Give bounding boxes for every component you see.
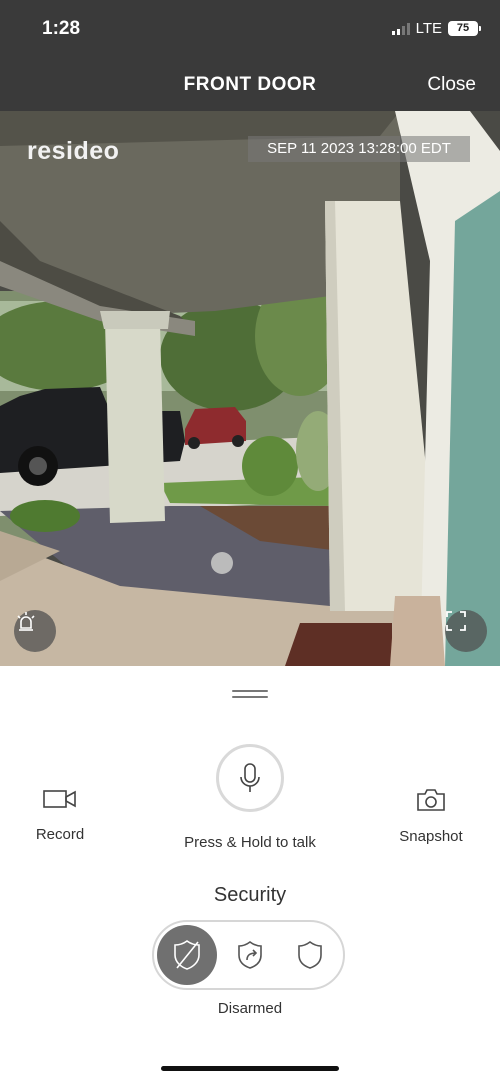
talk-circle (216, 744, 284, 812)
camera-feed-image (0, 111, 500, 666)
battery-icon: 75 (448, 21, 481, 36)
security-mode-selector (152, 920, 345, 990)
signal-icon (391, 22, 410, 35)
siren-icon (17, 612, 35, 631)
record-button[interactable]: Record (20, 788, 100, 843)
microphone-icon (240, 763, 260, 792)
close-button[interactable]: Close (427, 74, 476, 96)
camera-feed[interactable]: resideo SEP 11 2023 13:28:00 EDT (0, 111, 500, 666)
record-label: Record (35, 826, 85, 843)
network-label: LTE (415, 20, 442, 37)
armed-mode-button[interactable] (280, 925, 340, 985)
push-to-talk-button[interactable]: Press & Hold to talk (162, 744, 338, 851)
status-time: 1:28 (42, 18, 81, 39)
shield-off-icon (174, 940, 200, 970)
controls-sheet: Record Press & Hold to talk Snapshot Sec… (0, 666, 500, 1082)
disarm-mode-button[interactable] (157, 925, 217, 985)
snapshot-label: Snapshot (399, 828, 463, 845)
snapshot-button[interactable]: Snapshot (390, 788, 472, 845)
security-heading: Security (213, 884, 287, 906)
status-indicators: LTE 75 (391, 20, 481, 37)
sheet-handle[interactable] (232, 690, 268, 700)
fullscreen-icon (446, 611, 466, 631)
feed-timestamp: SEP 11 2023 13:28:00 EDT (248, 136, 470, 162)
fullscreen-button[interactable] (445, 610, 487, 652)
home-indicator[interactable] (161, 1066, 339, 1071)
shield-arrow-icon (238, 941, 262, 969)
siren-button[interactable] (14, 610, 56, 652)
page-title: FRONT DOOR (183, 74, 317, 95)
away-mode-button[interactable] (220, 925, 280, 985)
shield-icon (298, 941, 322, 969)
camera-icon (417, 789, 445, 811)
brand-logo: resideo (27, 137, 120, 165)
security-mode-label: Disarmed (217, 1000, 283, 1017)
video-camera-icon (43, 790, 76, 808)
talk-label: Press & Hold to talk (184, 834, 316, 851)
top-bar: 1:28 LTE 75 FRONT DOOR Close (0, 0, 500, 111)
